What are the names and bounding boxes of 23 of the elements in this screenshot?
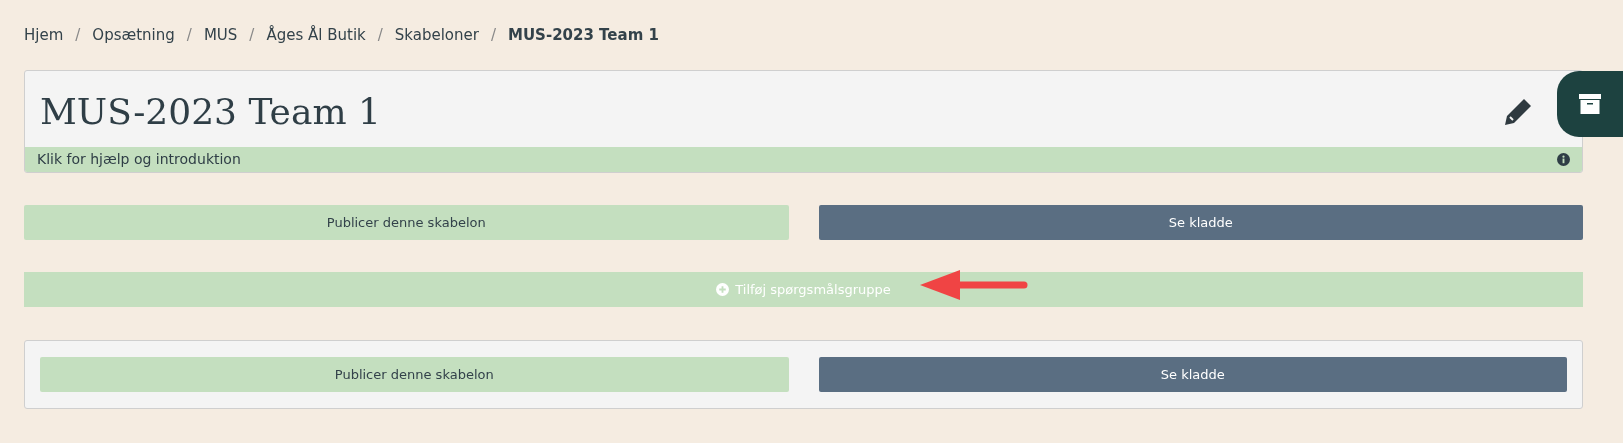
breadcrumb-link[interactable]: Hjem bbox=[24, 23, 64, 47]
breadcrumb-link[interactable]: Skabeloner bbox=[394, 23, 479, 47]
breadcrumb-current: MUS-2023 Team 1 bbox=[508, 24, 659, 46]
page-title: MUS-2023 Team 1 bbox=[40, 90, 381, 134]
publish-button[interactable]: Publicer denne skabelon bbox=[24, 205, 789, 240]
breadcrumb-link[interactable]: MUS bbox=[203, 23, 238, 47]
breadcrumb-separator: / bbox=[75, 24, 81, 46]
breadcrumb-separator: / bbox=[186, 24, 192, 46]
archive-box-icon bbox=[1579, 94, 1601, 114]
help-bar[interactable]: Klik for hjælp og introduktion bbox=[25, 147, 1582, 172]
archive-tab[interactable] bbox=[1557, 71, 1623, 137]
breadcrumb-link[interactable]: Opsætning bbox=[92, 23, 175, 47]
info-icon bbox=[1557, 153, 1570, 166]
plus-circle-icon bbox=[716, 283, 730, 296]
breadcrumb-link[interactable]: Åges Ål Butik bbox=[266, 23, 366, 47]
help-text[interactable]: Klik for hjælp og introduktion bbox=[37, 149, 241, 170]
preview-button[interactable]: Se kladde bbox=[818, 205, 1583, 240]
publish-button[interactable]: Publicer denne skabelon bbox=[40, 357, 789, 392]
breadcrumb-separator: / bbox=[377, 24, 383, 46]
breadcrumb-separator: / bbox=[249, 24, 255, 46]
breadcrumb-separator: / bbox=[490, 24, 496, 46]
pencil-icon[interactable] bbox=[1502, 96, 1534, 128]
preview-button[interactable]: Se kladde bbox=[818, 357, 1567, 392]
